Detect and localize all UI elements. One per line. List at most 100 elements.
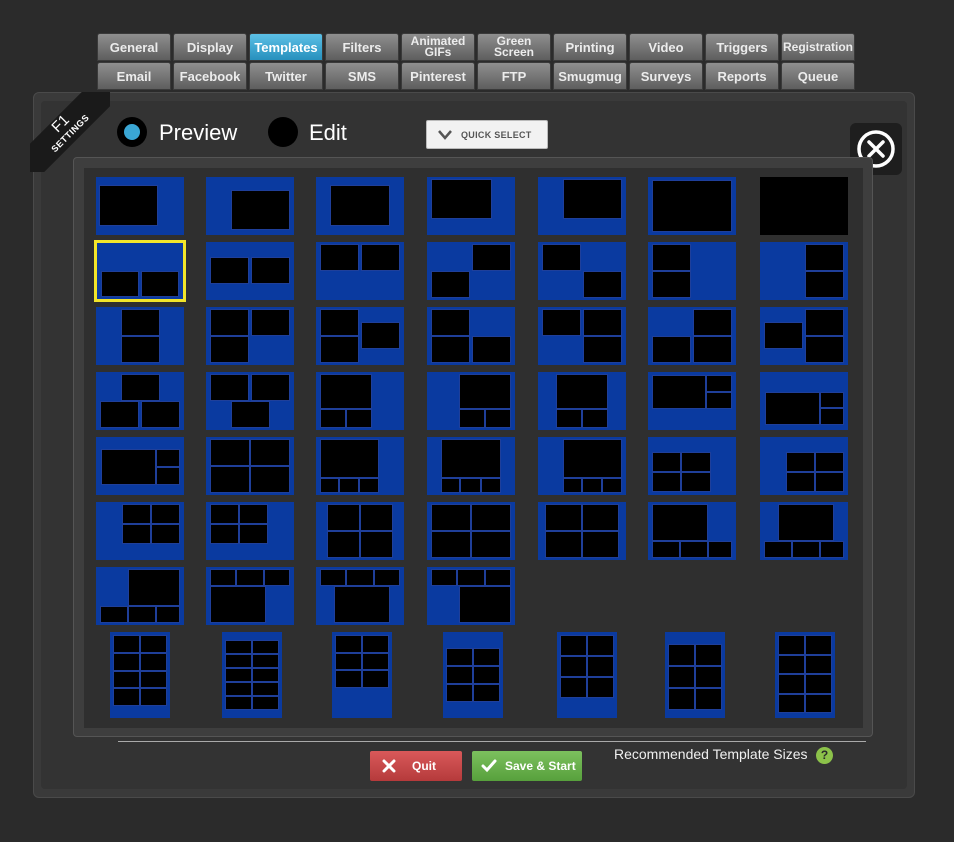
photo-slot: [430, 271, 471, 298]
template-11[interactable]: [427, 242, 515, 300]
template-3[interactable]: [316, 177, 404, 235]
template-39[interactable]: [427, 502, 515, 560]
tab-filters[interactable]: Filters: [325, 33, 399, 61]
photo-slot: [446, 648, 473, 666]
x-icon: [382, 759, 396, 773]
template-6[interactable]: [648, 177, 736, 235]
tab-sms[interactable]: SMS: [325, 62, 399, 90]
template-17[interactable]: [316, 307, 404, 365]
edit-radio[interactable]: [268, 117, 298, 147]
recommended-sizes-link[interactable]: Recommended Template Sizes: [614, 746, 808, 762]
template-31[interactable]: [316, 437, 404, 495]
tab-templates[interactable]: Templates: [249, 33, 323, 61]
tab-printing[interactable]: Printing: [553, 33, 627, 61]
template-40[interactable]: [538, 502, 626, 560]
photo-slot: [250, 374, 291, 401]
photo-slot: [815, 452, 845, 472]
template-20[interactable]: [648, 307, 736, 365]
photo-slot: [252, 696, 279, 710]
photo-slot: [706, 375, 733, 392]
template-13[interactable]: [648, 242, 736, 300]
template-42[interactable]: [760, 502, 848, 560]
quit-button[interactable]: Quit: [370, 751, 462, 781]
template-36[interactable]: [96, 502, 184, 560]
template-23[interactable]: [206, 372, 294, 430]
template-7[interactable]: [760, 177, 848, 235]
template-53[interactable]: [775, 632, 835, 718]
template-32[interactable]: [427, 437, 515, 495]
tab-surveys[interactable]: Surveys: [629, 62, 703, 90]
photo-slot: [360, 244, 401, 271]
template-30[interactable]: [206, 437, 294, 495]
tab-video[interactable]: Video: [629, 33, 703, 61]
template-14[interactable]: [760, 242, 848, 300]
template-35[interactable]: [760, 437, 848, 495]
template-51[interactable]: [557, 632, 617, 718]
template-5[interactable]: [538, 177, 626, 235]
template-49[interactable]: [332, 632, 392, 718]
template-26[interactable]: [538, 372, 626, 430]
template-18[interactable]: [427, 307, 515, 365]
template-50[interactable]: [443, 632, 503, 718]
template-2[interactable]: [206, 177, 294, 235]
photo-slot: [338, 477, 360, 493]
template-15[interactable]: [96, 307, 184, 365]
tab-registration[interactable]: Registration: [781, 33, 855, 61]
template-45[interactable]: [316, 567, 404, 625]
tab-queue[interactable]: Queue: [781, 62, 855, 90]
template-52[interactable]: [665, 632, 725, 718]
tab-triggers[interactable]: Triggers: [705, 33, 779, 61]
photo-slot: [804, 244, 845, 271]
template-46[interactable]: [427, 567, 515, 625]
template-8[interactable]: [94, 240, 186, 302]
template-33[interactable]: [538, 437, 626, 495]
template-21[interactable]: [760, 307, 848, 365]
template-37[interactable]: [206, 502, 294, 560]
tab-email[interactable]: Email: [97, 62, 171, 90]
template-12[interactable]: [538, 242, 626, 300]
template-25[interactable]: [427, 372, 515, 430]
photo-slot: [230, 401, 271, 428]
template-41[interactable]: [648, 502, 736, 560]
template-19[interactable]: [538, 307, 626, 365]
template-43[interactable]: [96, 567, 184, 625]
tab-green-screen[interactable]: Green Screen: [477, 33, 551, 61]
tab-facebook[interactable]: Facebook: [173, 62, 247, 90]
tab-animated-gifs[interactable]: Animated GIFs: [401, 33, 475, 61]
template-24[interactable]: [316, 372, 404, 430]
template-28[interactable]: [760, 372, 848, 430]
tab-pinterest[interactable]: Pinterest: [401, 62, 475, 90]
tab-smugmug[interactable]: Smugmug: [553, 62, 627, 90]
quick-select-label: QUICK SELECT: [461, 129, 532, 140]
template-47[interactable]: [110, 632, 170, 718]
template-16[interactable]: [206, 307, 294, 365]
template-22[interactable]: [96, 372, 184, 430]
quick-select-button[interactable]: QUICK SELECT: [426, 120, 548, 149]
photo-slot: [345, 409, 373, 428]
template-27[interactable]: [648, 372, 736, 430]
tab-reports[interactable]: Reports: [705, 62, 779, 90]
save-start-button[interactable]: Save & Start: [472, 751, 582, 781]
tab-twitter[interactable]: Twitter: [249, 62, 323, 90]
help-icon[interactable]: ?: [816, 747, 833, 764]
preview-radio[interactable]: [117, 117, 147, 147]
template-4[interactable]: [427, 177, 515, 235]
photo-slot: [230, 189, 291, 231]
photo-slot: [458, 585, 512, 623]
tab-display[interactable]: Display: [173, 33, 247, 61]
template-29[interactable]: [96, 437, 184, 495]
template-10[interactable]: [316, 242, 404, 300]
template-44[interactable]: [206, 567, 294, 625]
photo-slot: [333, 585, 390, 623]
photo-slot: [362, 635, 389, 653]
template-34[interactable]: [648, 437, 736, 495]
template-1[interactable]: [96, 177, 184, 235]
template-48[interactable]: [222, 632, 282, 718]
tab-ftp[interactable]: FTP: [477, 62, 551, 90]
quit-label: Quit: [412, 759, 436, 773]
tab-general[interactable]: General: [97, 33, 171, 61]
template-9[interactable]: [206, 242, 294, 300]
template-38[interactable]: [316, 502, 404, 560]
photo-slot: [819, 407, 845, 426]
photo-slot: [319, 569, 346, 586]
